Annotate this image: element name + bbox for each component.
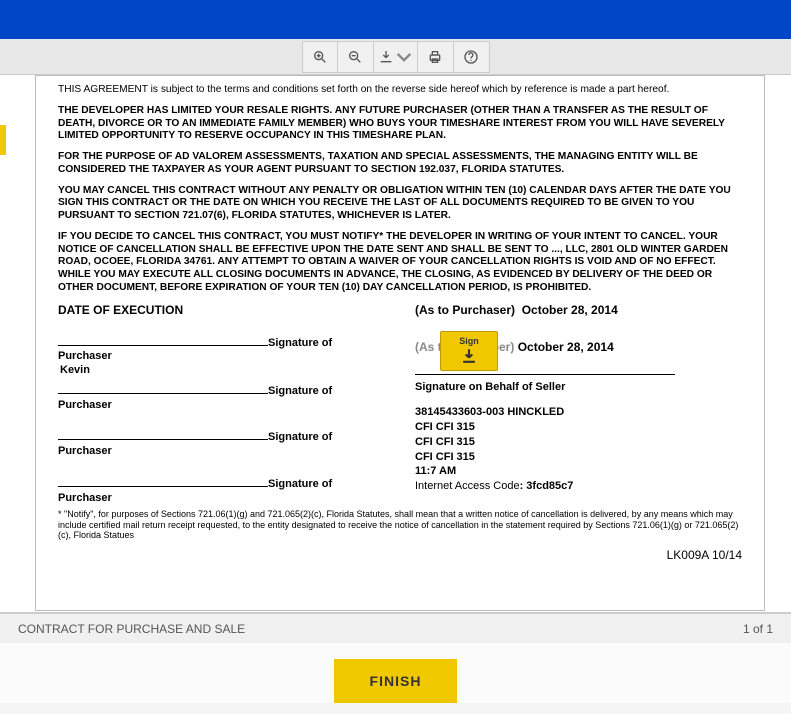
agreement-intro-text: THIS AGREEMENT is subject to the terms a… bbox=[58, 84, 742, 97]
cancellation-window-clause: YOU MAY CANCEL THIS CONTRACT WITHOUT ANY… bbox=[58, 185, 742, 223]
zoom-in-button[interactable] bbox=[302, 41, 338, 73]
signature-line-2[interactable] bbox=[58, 380, 268, 394]
zoom-out-button[interactable] bbox=[338, 41, 374, 73]
viewer-toolbar bbox=[0, 39, 791, 75]
sign-arrow-icon bbox=[459, 346, 479, 366]
document-page: THIS AGREEMENT is subject to the terms a… bbox=[35, 75, 765, 611]
signature-area: DATE OF EXECUTION Signature of Purchaser… bbox=[58, 303, 742, 506]
as-to-purchaser-label: (As to Purchaser) bbox=[415, 303, 515, 317]
developer-date: October 28, 2014 bbox=[518, 340, 614, 354]
status-bar: CONTRACT FOR PURCHASE AND SALE 1 of 1 bbox=[0, 613, 791, 643]
taxation-clause: FOR THE PURPOSE OF AD VALOREM ASSESSMENT… bbox=[58, 151, 742, 177]
notify-footnote: * "Notify", for purposes of Sections 721… bbox=[58, 509, 742, 540]
print-icon bbox=[427, 49, 443, 65]
download-button[interactable] bbox=[374, 41, 418, 73]
access-code-value: 3fcd85c7 bbox=[526, 480, 573, 492]
form-code: LK009A 10/14 bbox=[58, 548, 742, 563]
cfi-line-1: CFI CFI 315 bbox=[415, 420, 742, 435]
page-navigator-tab[interactable] bbox=[0, 125, 6, 155]
document-title: CONTRACT FOR PURCHASE AND SALE bbox=[18, 622, 245, 636]
zoom-out-icon bbox=[347, 49, 363, 65]
app-header-bar bbox=[0, 0, 791, 39]
access-code-label: Internet Access Code bbox=[415, 480, 520, 492]
zoom-in-icon bbox=[312, 49, 328, 65]
print-button[interactable] bbox=[418, 41, 454, 73]
signature-line-1[interactable] bbox=[58, 332, 268, 346]
execution-date-label: DATE OF EXECUTION bbox=[58, 303, 385, 318]
signature-line-3[interactable] bbox=[58, 426, 268, 440]
resale-rights-clause: THE DEVELOPER HAS LIMITED YOUR RESALE RI… bbox=[58, 105, 742, 143]
reference-number: 38145433603-003 HINCKLED bbox=[415, 405, 742, 420]
sign-here-callout[interactable]: Sign bbox=[440, 331, 498, 371]
document-viewer: THIS AGREEMENT is subject to the terms a… bbox=[0, 75, 791, 613]
cfi-line-2: CFI CFI 315 bbox=[415, 435, 742, 450]
signature-line-4[interactable] bbox=[58, 473, 268, 487]
page-indicator: 1 of 1 bbox=[743, 622, 773, 636]
purchaser-signature-column: DATE OF EXECUTION Signature of Purchaser… bbox=[58, 303, 385, 506]
chevron-down-icon bbox=[396, 49, 412, 65]
finish-bar: FINISH bbox=[0, 643, 791, 703]
cfi-line-3: CFI CFI 315 bbox=[415, 450, 742, 465]
seller-signature-label: Signature on Behalf of Seller bbox=[415, 381, 742, 395]
help-icon bbox=[463, 49, 479, 65]
timestamp: 11:7 AM bbox=[415, 464, 742, 479]
help-button[interactable] bbox=[454, 41, 490, 73]
sign-callout-label: Sign bbox=[459, 336, 479, 346]
purchaser-name: Kevin bbox=[60, 364, 385, 378]
cancellation-notice-clause: IF YOU DECIDE TO CANCEL THIS CONTRACT, Y… bbox=[58, 231, 742, 295]
finish-button[interactable]: FINISH bbox=[334, 659, 458, 703]
download-icon bbox=[378, 49, 394, 65]
purchaser-date: October 28, 2014 bbox=[522, 303, 618, 317]
